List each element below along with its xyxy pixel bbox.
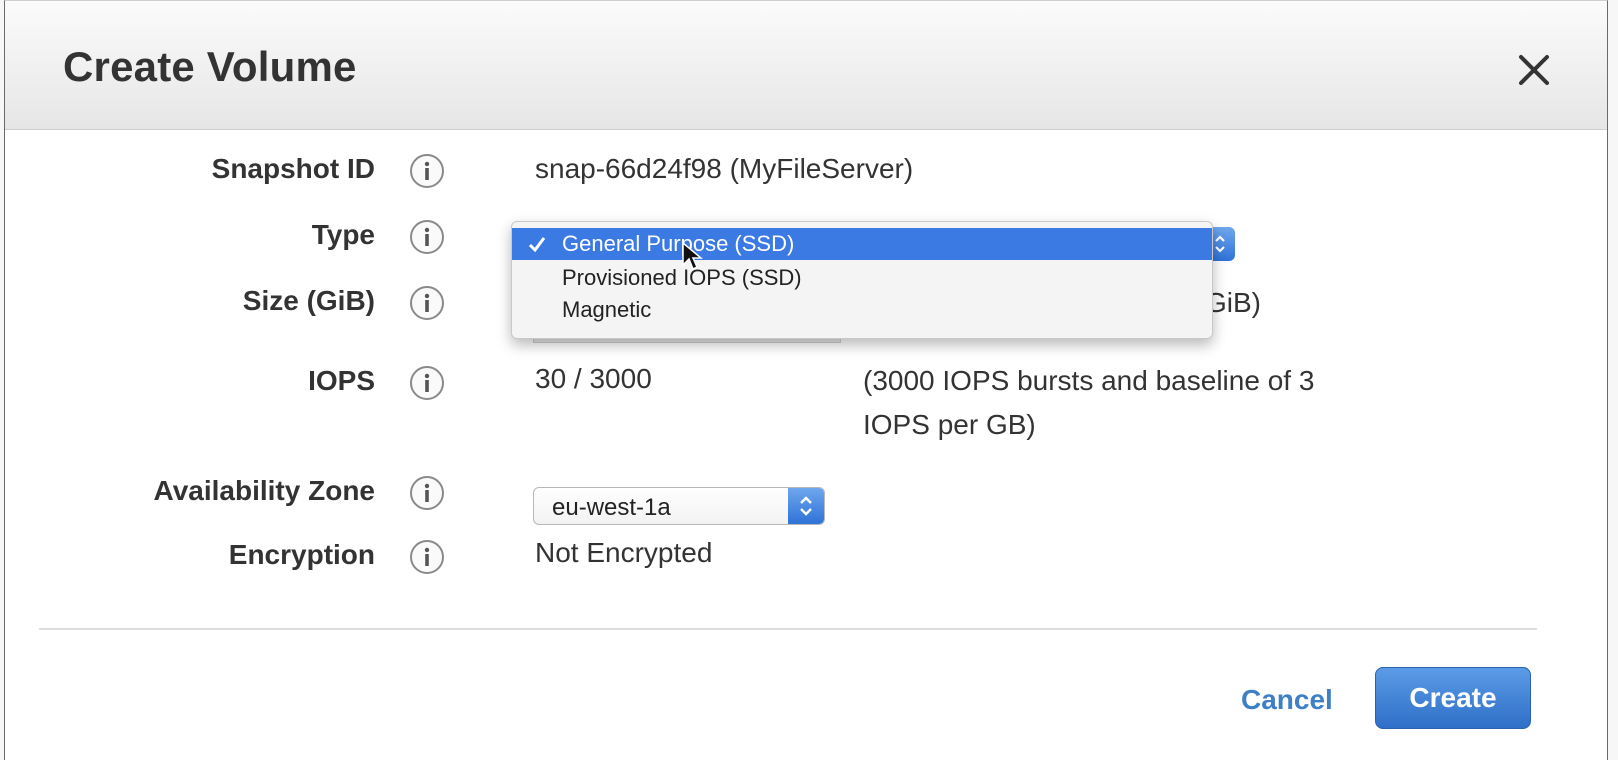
- size-note: GiB): [1205, 287, 1261, 318]
- type-option-general-purpose[interactable]: General Purpose (SSD): [512, 228, 1212, 260]
- type-option-provisioned-iops[interactable]: Provisioned IOPS (SSD): [512, 262, 1212, 294]
- encryption-value: Not Encrypted: [535, 537, 713, 568]
- snapshot-id-value: snap-66d24f98 (MyFileServer): [535, 153, 914, 184]
- info-icon[interactable]: [409, 539, 445, 575]
- dialog-title: Create Volume: [63, 43, 357, 90]
- info-icon[interactable]: [409, 285, 445, 321]
- type-option-label: Provisioned IOPS (SSD): [562, 265, 802, 290]
- check-icon: [528, 237, 546, 253]
- size-label: Size (GiB): [242, 285, 375, 316]
- iops-label: IOPS: [308, 365, 375, 396]
- type-option-label: General Purpose (SSD): [562, 231, 795, 256]
- info-icon[interactable]: [409, 153, 445, 189]
- cancel-button[interactable]: Cancel: [1241, 684, 1333, 716]
- footer-divider: [39, 628, 1537, 630]
- info-icon[interactable]: [409, 475, 445, 511]
- chevron-updown-icon: [1215, 235, 1225, 253]
- create-volume-dialog: Create Volume Snapshot ID snap-66d24f98 …: [4, 0, 1608, 760]
- info-icon[interactable]: [409, 219, 445, 255]
- type-dropdown-menu[interactable]: General Purpose (SSD) Provisioned IOPS (…: [511, 221, 1213, 339]
- availability-zone-select[interactable]: eu-west-1a: [533, 487, 825, 525]
- type-option-magnetic[interactable]: Magnetic: [512, 294, 1212, 326]
- iops-value: 30 / 3000: [535, 363, 652, 394]
- close-button[interactable]: [1513, 49, 1557, 93]
- availability-zone-value: eu-west-1a: [552, 494, 671, 521]
- iops-note-line2: IOPS per GB): [863, 409, 1036, 440]
- chevron-updown-icon: [788, 488, 824, 524]
- type-option-label: Magnetic: [562, 297, 652, 322]
- encryption-label: Encryption: [228, 539, 375, 570]
- create-button-label: Create: [1409, 682, 1497, 713]
- availability-zone-label: Availability Zone: [153, 475, 375, 506]
- snapshot-id-label: Snapshot ID: [211, 153, 375, 184]
- iops-note-line1: (3000 IOPS bursts and baseline of 3: [863, 365, 1315, 396]
- dialog-header: Create Volume: [5, 1, 1607, 130]
- type-label: Type: [311, 219, 375, 250]
- close-icon: [1519, 55, 1549, 85]
- info-icon[interactable]: [409, 365, 445, 401]
- create-button[interactable]: Create: [1375, 667, 1531, 729]
